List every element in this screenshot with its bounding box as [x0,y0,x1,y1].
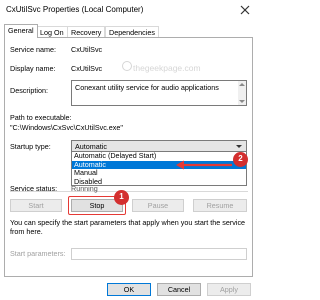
window-title: CxUtilSvc Properties (Local Computer) [6,5,144,14]
pause-button[interactable]: Pause [132,199,184,212]
startup-type-label: Startup type: [10,142,51,151]
chevron-down-icon[interactable] [236,145,242,148]
scroll-up-icon[interactable] [239,83,245,86]
close-icon[interactable] [237,2,253,18]
tab-general[interactable]: General [4,24,38,38]
description-label: Description: [10,86,48,95]
tab-strip: General Log On Recovery Dependencies [4,24,253,38]
resume-button[interactable]: Resume [193,199,247,212]
path-value: "C:\Windows\CxSvc\CxUtilSvc.exe" [10,123,123,132]
watermark: thegeekpage.com [133,63,201,73]
description-scrollbar[interactable] [238,81,246,105]
annotation-badge-2: 2 [233,152,248,167]
annotation-arrow [176,160,232,170]
start-params-input[interactable] [71,248,247,260]
title-bar: CxUtilSvc Properties (Local Computer) [0,0,257,21]
path-label: Path to executable: [10,113,72,122]
apply-button[interactable]: Apply [207,283,251,296]
service-name-value: CxUtilSvc [71,45,103,54]
display-name-value: CxUtilSvc [71,64,103,73]
service-name-label: Service name: [10,45,56,54]
option-disabled[interactable]: Disabled [72,177,246,187]
tab-log-on[interactable]: Log On [36,26,68,37]
scroll-down-icon[interactable] [239,100,245,103]
startup-type-value: Automatic [75,142,107,151]
service-status-label: Service status: [10,184,58,193]
start-button[interactable]: Start [10,199,62,212]
ok-button[interactable]: OK [107,283,151,296]
help-text: You can specify the start parameters tha… [10,218,246,236]
tab-recovery[interactable]: Recovery [67,26,106,37]
annotation-badge-1: 1 [114,190,129,205]
cancel-button[interactable]: Cancel [157,283,201,296]
display-name-label: Display name: [10,64,56,73]
watermark-logo [122,61,132,71]
description-box[interactable]: Conexant utility service for audio appli… [71,80,247,106]
tab-dependencies[interactable]: Dependencies [105,26,159,37]
description-text: Conexant utility service for audio appli… [75,83,219,92]
start-params-label: Start parameters: [10,249,66,258]
